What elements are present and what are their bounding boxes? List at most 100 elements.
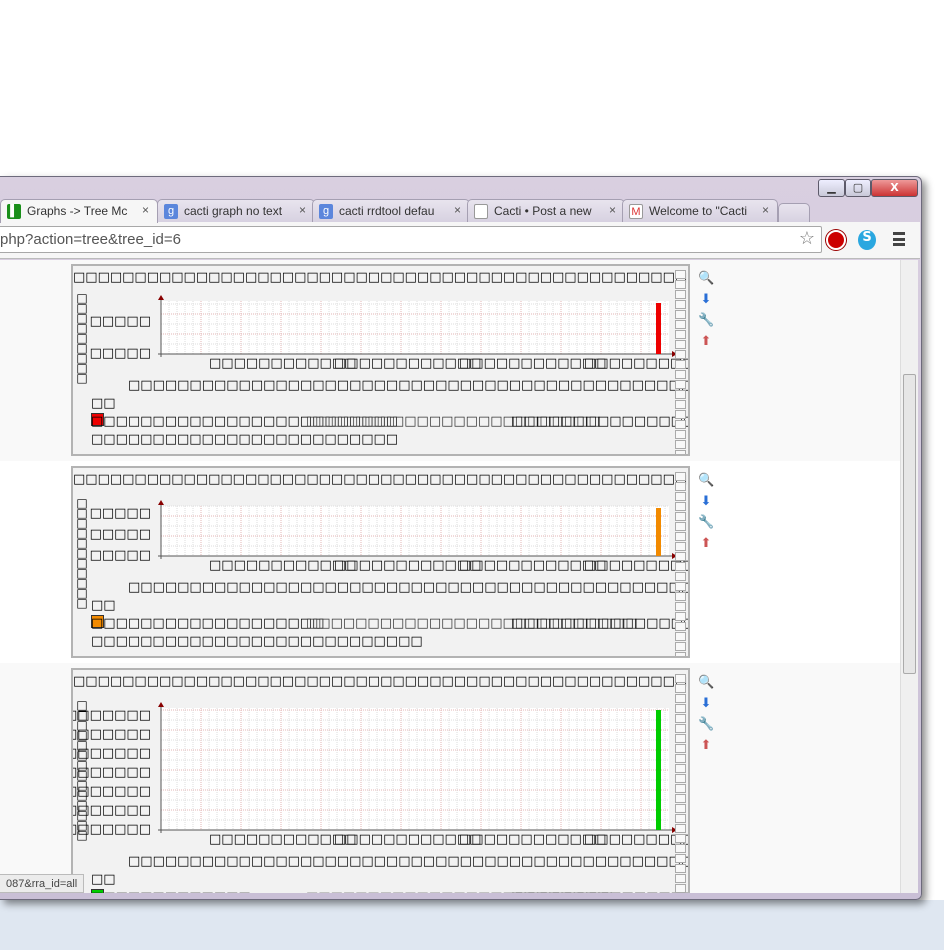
tofu-box (675, 300, 686, 309)
zoom-icon[interactable]: 🔍 (698, 271, 714, 287)
tofu-box (675, 552, 686, 561)
tofu-box (675, 884, 686, 893)
tofu-box (675, 512, 686, 521)
tofu-box (675, 754, 686, 763)
tab-close-icon[interactable]: × (609, 203, 616, 217)
graph-image[interactable]: □□□□□□□□□□□□□□□□□□□□□□□□□□□□□□□□□□□□□□□□… (71, 668, 690, 893)
graph-image[interactable]: □□□□□□□□□□□□□□□□□□□□□□□□□□□□□□□□□□□□□□□□… (71, 466, 690, 658)
edit-wrench-icon[interactable]: 🔧 (698, 717, 714, 733)
cacti-icon: ▌ (7, 204, 21, 219)
new-tab-button[interactable] (778, 203, 810, 223)
tab-close-icon[interactable]: × (142, 203, 149, 217)
maximize-button[interactable]: ▢ (845, 179, 871, 197)
tofu-box (675, 844, 686, 853)
tab-close-icon[interactable]: × (299, 203, 306, 217)
tofu-box (675, 854, 686, 863)
graph-title: □□□□□□□□□□□□□□□□□□□□□□□□□□□□□□□□□□□□□□□□… (73, 472, 688, 487)
tofu-box (675, 602, 686, 611)
tofu-box (675, 360, 686, 369)
tofu-box (675, 642, 686, 651)
tab-close-icon[interactable]: × (762, 203, 769, 217)
edit-wrench-icon[interactable]: 🔧 (698, 515, 714, 531)
tofu-box (675, 502, 686, 511)
tofu-box (675, 814, 686, 823)
tofu-box (675, 824, 686, 833)
tofu-box (675, 592, 686, 601)
tofu-box (675, 744, 686, 753)
tofu-box (675, 532, 686, 541)
tofu-box (675, 632, 686, 641)
graph-image[interactable]: □□□□□□□□□□□□□□□□□□□□□□□□□□□□□□□□□□□□□□□□… (71, 264, 690, 456)
tofu-box (675, 492, 686, 501)
tofu-box (675, 440, 686, 449)
tab-3[interactable]: Cacti • Post a new × (467, 199, 625, 223)
address-bar[interactable]: php?action=tree&tree_id=6 ☆ (0, 226, 822, 253)
tofu-box (675, 380, 686, 389)
edit-wrench-icon[interactable]: 🔧 (698, 313, 714, 329)
graph-title: □□□□□□□□□□□□□□□□□□□□□□□□□□□□□□□□□□□□□□□□… (73, 270, 690, 285)
y-axis-arrow (158, 295, 164, 300)
tab-4[interactable]: M Welcome to "Cacti × (622, 199, 778, 223)
tofu-box (675, 410, 686, 419)
tofu-box (675, 764, 686, 773)
y-tick-label: □□□□□□□ (71, 708, 151, 723)
tab-0[interactable]: ▌ Graphs -> Tree Mc × (0, 199, 158, 223)
legend-item: □□□□□□□□□□□□□□□□□□□□□□□□□□ (511, 891, 688, 893)
legend-header: □□ (91, 598, 116, 613)
graph-comment: □□□□□□□□□□□□□□□□□□□□□□□□□□□□□□□□□□□□□□□□… (128, 378, 688, 393)
adblock-extension-icon[interactable] (826, 230, 846, 250)
tofu-box (675, 340, 686, 349)
tofu-box (675, 522, 686, 531)
tofu-box (675, 612, 686, 621)
top-arrow-icon[interactable]: ⬆ (698, 536, 714, 552)
tofu-box (675, 774, 686, 783)
zoom-icon[interactable]: 🔍 (698, 473, 714, 489)
y-tick-label: □□□□□□□ (71, 765, 151, 780)
tab-2[interactable]: g cacti rrdtool defau × (312, 199, 470, 223)
tab-label: Graphs -> Tree Mc (27, 204, 128, 218)
tofu-box (675, 420, 686, 429)
tofu-box (675, 562, 686, 571)
tofu-box (675, 310, 686, 319)
legend-header: □□ (91, 872, 116, 887)
data-area (656, 508, 661, 556)
tofu-box (675, 794, 686, 803)
y-tick-label: □□□□□□□ (71, 746, 151, 761)
tofu-box (675, 874, 686, 883)
tofu-box (675, 370, 686, 379)
google-icon: g (319, 204, 333, 219)
data-area (656, 303, 661, 354)
close-window-button[interactable]: X (871, 179, 918, 197)
tab-label: Welcome to "Cacti (649, 204, 748, 218)
plot-area (158, 500, 677, 559)
tab-1[interactable]: g cacti graph no text × (157, 199, 315, 223)
skype-extension-icon[interactable]: S (858, 230, 876, 250)
legend-item: □□□□□□□□□□□□□□□□□□□□□□□□□□□ (91, 634, 423, 649)
graph-comment: □□□□□□□□□□□□□□□□□□□□□□□□□□□□□□□□□□□□□□□□… (128, 854, 688, 869)
y-tick-label: □□□□□ (89, 314, 151, 329)
minimize-button[interactable]: ▁ (818, 179, 845, 197)
legend-header: □□ (91, 396, 116, 411)
y-tick-label: □□□□□ (89, 548, 151, 563)
tab-close-icon[interactable]: × (454, 203, 461, 217)
y-axis-arrow (158, 702, 164, 707)
download-icon[interactable]: ⬇ (698, 494, 714, 510)
zoom-icon[interactable]: 🔍 (698, 675, 714, 691)
tofu-box (675, 622, 686, 631)
menu-icon[interactable] (893, 232, 905, 246)
tofu-box (675, 714, 686, 723)
tofu-box (675, 450, 686, 454)
top-arrow-icon[interactable]: ⬆ (698, 334, 714, 350)
vertical-scrollbar[interactable] (900, 260, 918, 893)
tofu-box (675, 694, 686, 703)
page-content: □□□□□□□□□□□□□□□□□□□□□□□□□□□□□□□□□□□□□□□□… (0, 260, 900, 893)
y-tick-label: □□□□□□□ (71, 822, 151, 837)
scrollbar-thumb[interactable] (903, 374, 916, 674)
y-tick-label: □□□□□□□ (71, 727, 151, 742)
bookmark-star-icon[interactable]: ☆ (799, 228, 815, 249)
top-arrow-icon[interactable]: ⬆ (698, 738, 714, 754)
tab-label: cacti graph no text (184, 204, 283, 218)
tofu-box (675, 290, 686, 299)
download-icon[interactable]: ⬇ (698, 696, 714, 712)
download-icon[interactable]: ⬇ (698, 292, 714, 308)
